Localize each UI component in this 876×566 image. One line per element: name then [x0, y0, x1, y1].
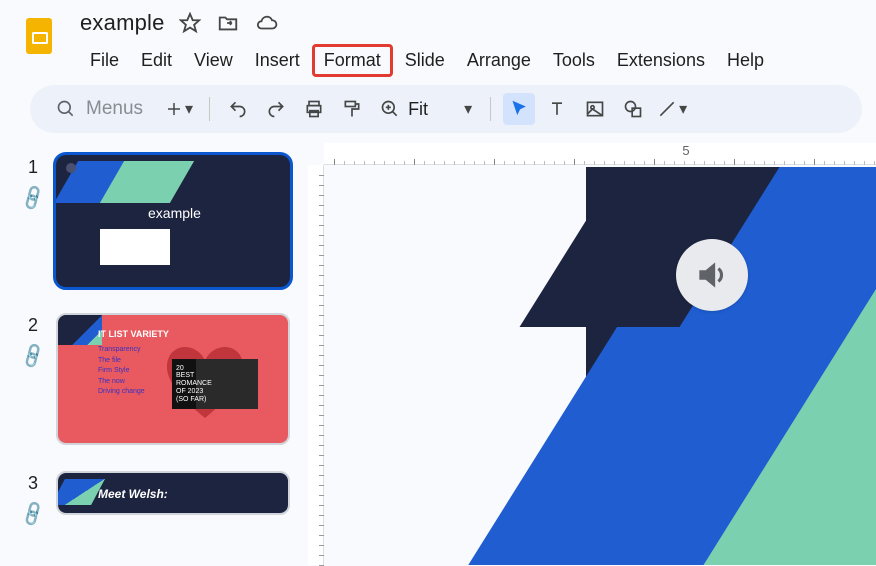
slide-thumb-2[interactable]: 2 🔗 IT LIST VARIETY Transparency The fil…: [0, 313, 300, 445]
slides-logo[interactable]: [18, 14, 62, 58]
move-icon[interactable]: [217, 12, 239, 34]
zoom-icon: [380, 99, 400, 119]
image-caption: 20 BEST ROMANCE OF 2023 (SO FAR): [176, 365, 212, 403]
slide-gutter: 2 🔗: [10, 313, 56, 367]
ruler-horizontal[interactable]: 5: [324, 143, 876, 165]
toolbar-wrap: Menus ▾ Fit ▾ ▾: [0, 77, 876, 143]
menu-slide[interactable]: Slide: [395, 44, 455, 77]
attachment-icon: 🔗: [18, 500, 48, 529]
caret-down-icon: ▾: [679, 99, 687, 119]
paint-format-button[interactable]: [336, 93, 368, 125]
image-button[interactable]: [579, 93, 611, 125]
decorative-dot: [66, 163, 76, 173]
search-icon: [56, 99, 76, 119]
menu-bar: File Edit View Insert Format Slide Arran…: [80, 44, 864, 77]
star-icon[interactable]: [179, 12, 201, 34]
menu-tools[interactable]: Tools: [543, 44, 605, 77]
attachment-icon: 🔗: [18, 184, 48, 213]
list-item: The now: [98, 377, 145, 388]
decorative-corner: [58, 315, 102, 345]
cloud-icon[interactable]: [255, 12, 279, 34]
list-item: Transparency: [98, 345, 145, 356]
ruler-vertical[interactable]: [308, 165, 324, 565]
new-slide-button[interactable]: ▾: [161, 99, 197, 119]
ruler-label: 5: [682, 143, 689, 158]
slide-gutter: 1 🔗: [10, 155, 56, 209]
menu-file[interactable]: File: [80, 44, 129, 77]
menus-search[interactable]: Menus: [44, 92, 155, 126]
body: 1 🔗 example 2 🔗 IT LIST VARIETY: [0, 143, 876, 565]
list-item: The file: [98, 356, 145, 367]
header: example File Edit View Insert Format Sli…: [0, 0, 876, 77]
menu-insert[interactable]: Insert: [245, 44, 310, 77]
slide-title-text: example: [148, 205, 201, 221]
list-item: Firm Style: [98, 366, 145, 377]
slide-number: 1: [28, 157, 38, 178]
separator: [209, 97, 210, 121]
zoom-label: Fit: [408, 99, 428, 120]
menus-label: Menus: [86, 98, 143, 120]
slide-list: Transparency The file Firm Style The now…: [98, 345, 145, 398]
title-icons: [179, 12, 279, 34]
title-row: example: [80, 8, 864, 38]
slide-number: 3: [28, 473, 38, 494]
print-button[interactable]: [298, 93, 330, 125]
slide-panel: 1 🔗 example 2 🔗 IT LIST VARIETY: [0, 143, 308, 565]
placeholder-box: [100, 229, 170, 265]
caret-down-icon: ▾: [185, 99, 193, 119]
document-title[interactable]: example: [80, 10, 165, 36]
caret-down-icon: ▾: [464, 99, 472, 119]
audio-object[interactable]: [676, 239, 748, 311]
toolbar: Menus ▾ Fit ▾ ▾: [30, 85, 862, 133]
slide-thumb-1[interactable]: 1 🔗 example: [0, 155, 300, 287]
slide-thumb[interactable]: IT LIST VARIETY Transparency The file Fi…: [56, 313, 290, 445]
menu-help[interactable]: Help: [717, 44, 774, 77]
pointer-tool-button[interactable]: [503, 93, 535, 125]
attachment-icon: 🔗: [18, 342, 48, 371]
menu-arrange[interactable]: Arrange: [457, 44, 541, 77]
canvas-slide[interactable]: [326, 167, 876, 565]
canvas-area: 5: [308, 143, 876, 565]
shape-button[interactable]: [617, 93, 649, 125]
line-button[interactable]: ▾: [655, 93, 687, 125]
menu-view[interactable]: View: [184, 44, 243, 77]
slide-thumb[interactable]: Meet Welsh:: [56, 471, 290, 515]
menu-extensions[interactable]: Extensions: [607, 44, 715, 77]
image-block: 20 BEST ROMANCE OF 2023 (SO FAR): [172, 359, 258, 409]
slide-thumb-3[interactable]: 3 🔗 Meet Welsh:: [0, 471, 300, 525]
plus-icon: [165, 100, 183, 118]
menu-format[interactable]: Format: [312, 44, 393, 77]
speaker-icon: [693, 256, 731, 294]
slide-number: 2: [28, 315, 38, 336]
separator: [490, 97, 491, 121]
menu-edit[interactable]: Edit: [131, 44, 182, 77]
redo-button[interactable]: [260, 93, 292, 125]
list-item: Driving change: [98, 387, 145, 398]
zoom-control[interactable]: Fit ▾: [374, 99, 478, 120]
header-main: example File Edit View Insert Format Sli…: [80, 8, 864, 77]
slide-gutter: 3 🔗: [10, 471, 56, 525]
slide-title-text: Meet Welsh:: [98, 487, 168, 501]
textbox-button[interactable]: [541, 93, 573, 125]
slide-thumb[interactable]: example: [56, 155, 290, 287]
undo-button[interactable]: [222, 93, 254, 125]
